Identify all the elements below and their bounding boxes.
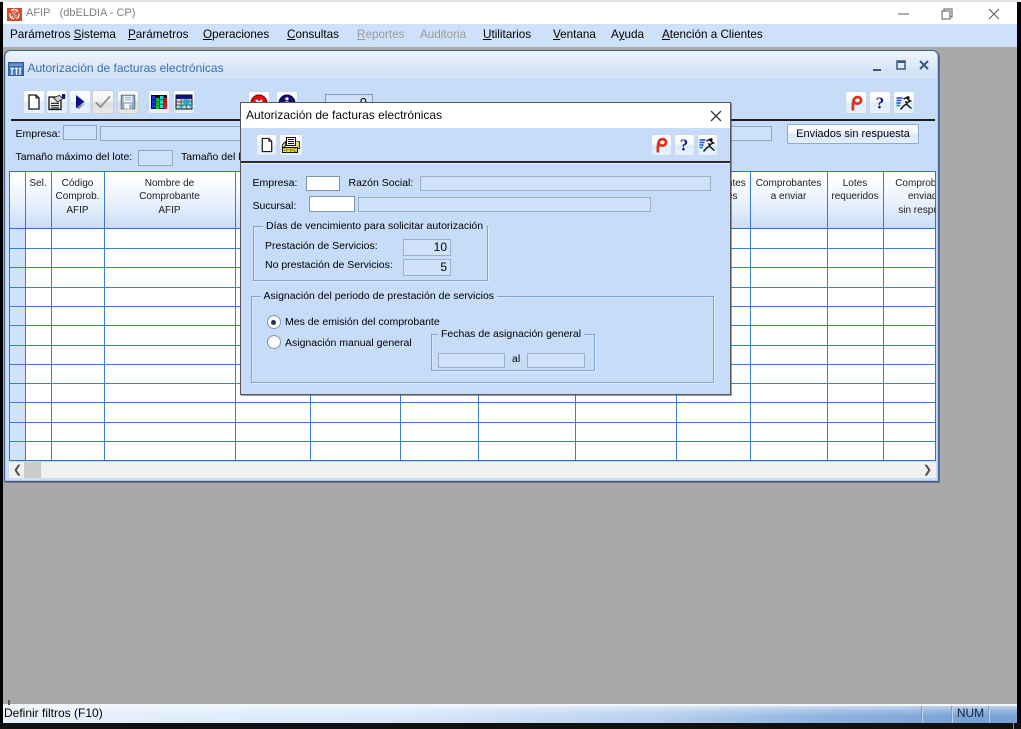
svg-text:?: ? [876, 94, 885, 111]
svg-text:?: ? [680, 137, 689, 154]
